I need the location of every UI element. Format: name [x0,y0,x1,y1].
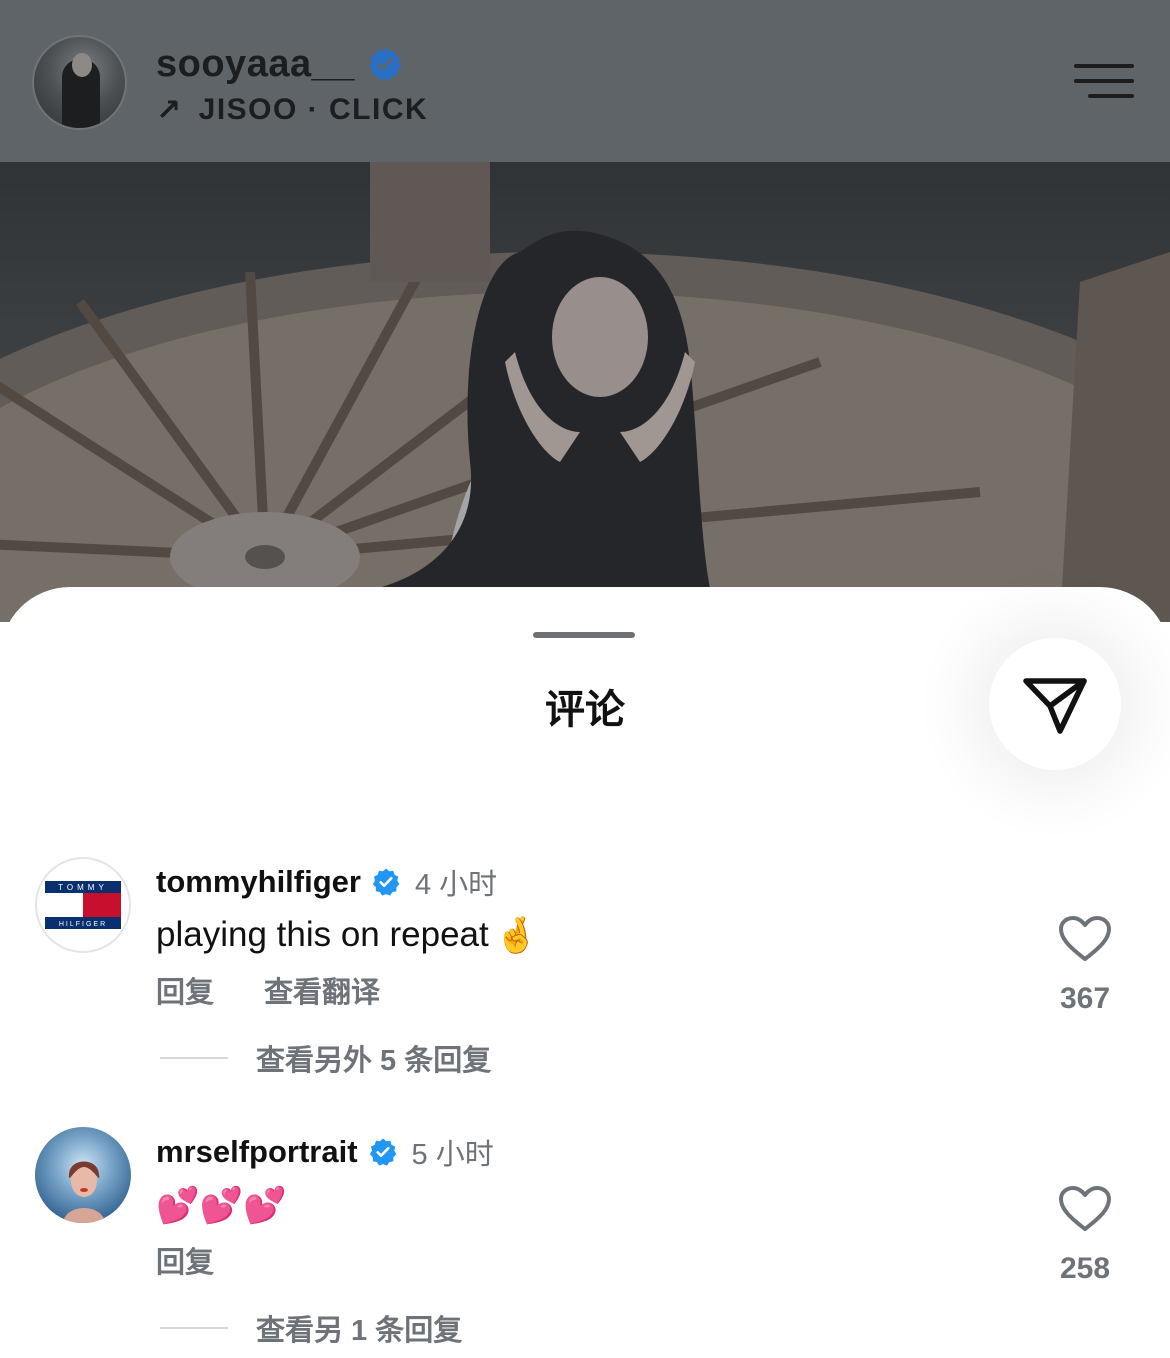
comment-time: 5 小时 [411,1139,494,1171]
comment-text-row: playing this on repeat 🤞 [156,910,538,960]
reply-button[interactable]: 回复 [156,969,214,1011]
comment-text: 💕💕💕 [156,1185,287,1225]
profile-username[interactable]: sooyaaa__ [156,43,355,86]
replies-divider [160,1057,228,1059]
verified-badge-icon [369,47,401,81]
profile-subtitle: JISOO · CLICK [198,93,429,126]
comment-time: 4 小时 [414,869,498,901]
heart-icon [1059,916,1111,961]
comment-actions: 回复 [156,1240,214,1280]
tommy-hilfiger-logo: TOMMY HILFIGER [45,881,121,929]
post-photo[interactable] [0,162,1170,622]
sheet-drag-handle[interactable] [533,632,635,638]
heart-icon [1059,1186,1111,1231]
view-replies-button[interactable]: 查看另外 5 条回复 [160,1038,491,1078]
avatar-face [72,53,92,77]
translate-button[interactable]: 查看翻译 [264,969,380,1011]
send-button[interactable] [989,638,1121,770]
comment-username[interactable]: mrselfportrait [156,1134,358,1170]
username-row[interactable]: sooyaaa__ [156,40,403,88]
comment-actions: 回复 查看翻译 [156,970,380,1010]
verified-badge-icon [372,868,400,896]
mrselfportrait-avatar-figure [63,1161,105,1223]
view-replies-button[interactable]: 查看另 1 条回复 [160,1308,462,1348]
photo-scene [0,162,1170,622]
comment-text: playing this on repeat [156,915,489,954]
comment-header: tommyhilfiger 4 小时 [156,860,497,904]
comment-avatar[interactable] [35,1127,131,1223]
like-count: 367 [1059,982,1111,1015]
logo-text-bottom: HILFIGER [59,921,107,928]
comments-sheet: 评论 TOMMY HILFIGER tommyhilfiger 4 小时 pla… [0,587,1170,1358]
logo-text-top: TOMMY [58,883,108,892]
arrow-up-right-icon: ↗ [156,93,183,127]
crossed-fingers-emoji: 🤞 [494,915,539,955]
comment-username[interactable]: tommyhilfiger [156,864,361,900]
comment-avatar[interactable]: TOMMY HILFIGER [35,857,131,953]
like-button[interactable]: 258 [1040,1185,1130,1286]
replies-divider [160,1327,228,1329]
reply-button[interactable]: 回复 [156,1239,214,1281]
profile-avatar[interactable] [32,35,127,130]
verified-badge-icon [369,1138,396,1166]
profile-header: sooyaaa__ ↗ JISOO · CLICK [0,0,1170,162]
like-count: 258 [1059,1252,1111,1285]
view-replies-label: 查看另 1 条回复 [256,1315,463,1347]
hamburger-menu-icon[interactable] [1072,64,1134,98]
like-button[interactable]: 367 [1040,915,1130,1016]
send-paper-plane-icon [1023,678,1087,734]
profile-subtitle-link[interactable]: ↗ JISOO · CLICK [156,90,428,130]
comment-header: mrselfportrait 5 小时 [156,1130,494,1174]
comment-text-row: 💕💕💕 [156,1180,287,1230]
view-replies-label: 查看另外 5 条回复 [256,1045,492,1077]
